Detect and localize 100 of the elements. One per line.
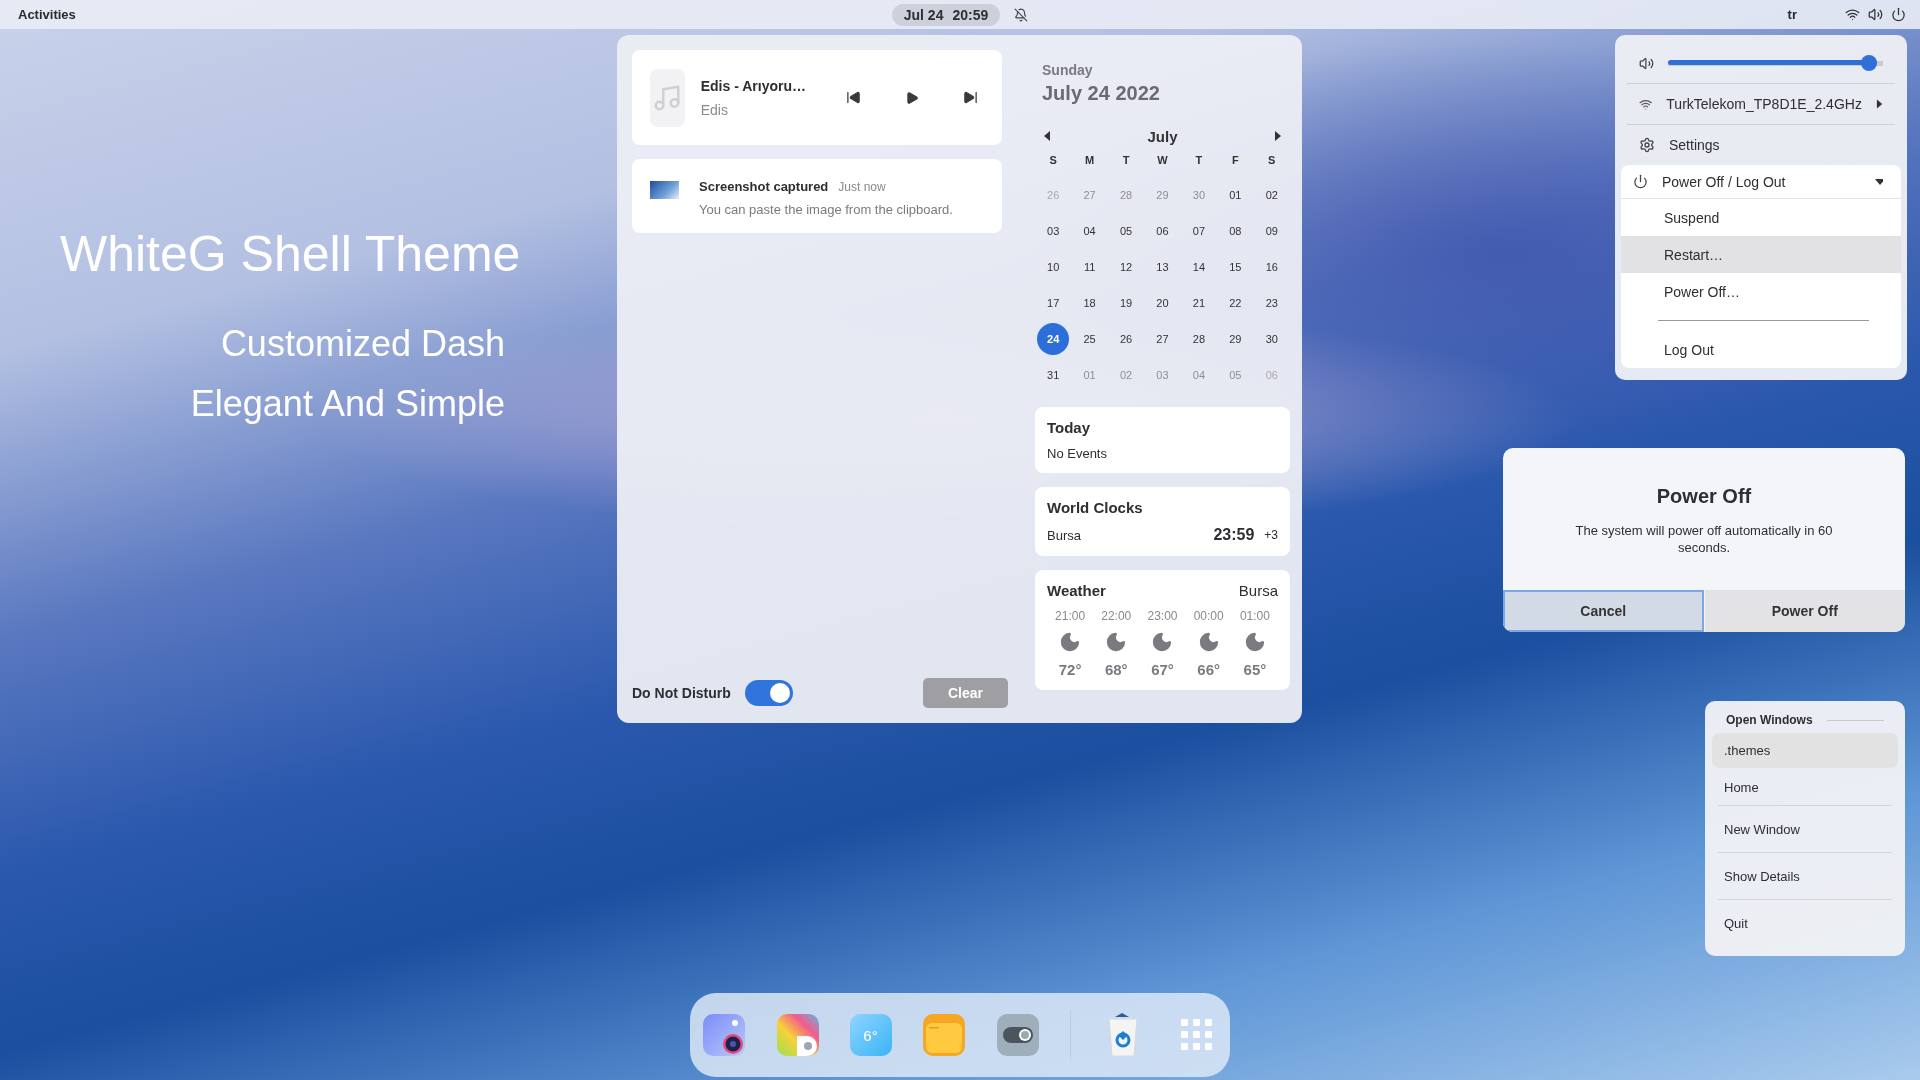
menu-action-item[interactable]: Quit xyxy=(1718,899,1892,946)
weather-location: Bursa xyxy=(1238,582,1278,599)
calendar-day[interactable]: 06 xyxy=(1144,213,1181,249)
dialog-title: Power Off xyxy=(1655,485,1753,508)
moon-icon xyxy=(1243,631,1266,653)
calendar-day[interactable]: 20 xyxy=(1144,285,1181,321)
power-icon[interactable] xyxy=(1891,7,1906,22)
forecast-hour: 00:00 xyxy=(1193,609,1224,623)
hero-subtitle: Elegant And Simple xyxy=(190,383,505,425)
camera-app-icon[interactable] xyxy=(701,1013,746,1057)
menu-action-item[interactable]: New Window xyxy=(1718,805,1892,852)
forecast-temperature: 67° xyxy=(1151,661,1174,678)
calendar-day[interactable]: 02 xyxy=(1253,177,1290,213)
weekday-header: M xyxy=(1084,154,1096,166)
calendar-day[interactable]: 31 xyxy=(1035,357,1072,393)
notification-card[interactable]: Screenshot captured Just now You can paste the image from the clipboard. xyxy=(632,159,1002,233)
down-triangle-icon xyxy=(1875,176,1883,187)
skip-back-icon xyxy=(846,90,861,105)
toggle-app-icon[interactable] xyxy=(995,1013,1040,1057)
calendar-day[interactable]: 26 xyxy=(1107,321,1145,357)
world-clocks-card[interactable]: World Clocks Bursa 23:59 +3 xyxy=(1035,487,1290,556)
dialog-button[interactable]: Power Off xyxy=(1704,590,1905,632)
calendar-day[interactable]: 01 xyxy=(1217,177,1254,213)
keyboard-layout-indicator[interactable]: tr xyxy=(1787,7,1797,22)
menu-action-item[interactable]: Show Details xyxy=(1718,852,1892,899)
calendar-day[interactable]: 12 xyxy=(1107,249,1145,285)
volume-thumb[interactable] xyxy=(1861,55,1877,71)
forecast-hour: 21:00 xyxy=(1055,609,1086,623)
dialog-button[interactable]: Cancel xyxy=(1503,590,1704,632)
calendar-day[interactable]: 21 xyxy=(1180,285,1218,321)
weekday-header: S xyxy=(1267,154,1277,166)
weekday-header: T xyxy=(1194,154,1204,166)
events-card[interactable]: Today No Events xyxy=(1035,407,1290,473)
forecast-temperature: 66° xyxy=(1197,661,1221,678)
forecast-temperature: 72° xyxy=(1058,661,1082,678)
moon-icon xyxy=(1151,631,1174,653)
volume-icon xyxy=(1639,55,1654,71)
track-artist: Edis xyxy=(700,101,729,118)
window-menu-item[interactable]: .themes xyxy=(1712,733,1898,768)
power-menu-header[interactable]: Power Off / Log Out xyxy=(1621,165,1901,199)
power-icon xyxy=(1633,174,1648,189)
right-triangle-icon xyxy=(1274,131,1282,141)
calendar-day[interactable]: 11 xyxy=(1071,249,1108,285)
calendar-day[interactable]: 27 xyxy=(1144,321,1181,357)
track-title: Edis - Arıyoru… xyxy=(700,77,806,94)
moon-icon xyxy=(1197,631,1220,653)
calendar-day[interactable]: 29 xyxy=(1217,321,1254,357)
calendar-day[interactable]: 09 xyxy=(1253,213,1290,249)
calendar-day[interactable]: 14 xyxy=(1180,249,1218,285)
weekday-label: Sunday xyxy=(1042,62,1094,78)
clock-button[interactable]: Jul 24 20:59 xyxy=(891,3,1001,26)
calendar-day[interactable]: 08 xyxy=(1217,213,1254,249)
notification-body: You can paste the image from the clipboard. xyxy=(699,202,953,217)
left-triangle-icon xyxy=(1043,131,1051,141)
time-offset: +3 xyxy=(1264,528,1278,542)
events-title: Today xyxy=(1047,419,1092,436)
power-menu-item[interactable]: Suspend xyxy=(1621,199,1901,236)
calendar-day[interactable]: 03 xyxy=(1035,213,1072,249)
do-not-disturb-switch[interactable] xyxy=(744,680,793,706)
settings-item[interactable]: Settings xyxy=(1621,125,1901,165)
right-triangle-icon xyxy=(1875,99,1883,109)
power-menu-item[interactable]: Restart… xyxy=(1621,236,1901,273)
calendar-day[interactable]: 23 xyxy=(1253,285,1290,321)
wifi-network-item[interactable]: TurkTelekom_TP8D1E_2.4GHz xyxy=(1666,84,1862,124)
calendar-day[interactable]: 22 xyxy=(1217,285,1254,321)
forecast-hour: 22:00 xyxy=(1101,609,1132,623)
hero-title: WhiteG Shell Theme xyxy=(60,225,521,283)
calendar-day[interactable]: 30 xyxy=(1253,321,1290,357)
wifi-icon[interactable] xyxy=(1845,7,1860,22)
activities-button[interactable]: Activities xyxy=(18,7,76,22)
weather-card[interactable]: Weather Bursa 21:00 22:00 23:00 00:00 01:00 72° 68° 67° 66° 65° xyxy=(1035,570,1290,690)
calendar-day[interactable]: 17 xyxy=(1035,285,1072,321)
hero-subtitle: Customized Dash xyxy=(220,323,505,365)
calendar-day[interactable]: 10 xyxy=(1035,249,1072,285)
calendar-day[interactable]: 25 xyxy=(1071,321,1108,357)
calendar-day[interactable]: 15 xyxy=(1217,249,1254,285)
calendar-day[interactable]: 18 xyxy=(1071,285,1108,321)
month-label: July xyxy=(1147,127,1178,145)
power-menu-item[interactable]: Power Off… xyxy=(1621,273,1901,310)
calendar-day[interactable]: 19 xyxy=(1107,285,1145,321)
calendar-day[interactable]: 28 xyxy=(1180,321,1218,357)
volume-icon[interactable] xyxy=(1868,7,1883,22)
forecast-hour: 01:00 xyxy=(1239,609,1270,623)
power-menu-item[interactable]: Log Out xyxy=(1621,331,1901,368)
photos-app-icon[interactable] xyxy=(775,1013,820,1057)
forecast-temperature: 65° xyxy=(1243,661,1267,678)
image-thumbnail xyxy=(650,181,679,199)
moon-icon xyxy=(1105,631,1128,653)
calendar-day[interactable]: 05 xyxy=(1107,213,1145,249)
calendar-day[interactable]: 04 xyxy=(1071,213,1108,249)
window-menu-item[interactable]: Home xyxy=(1712,770,1898,805)
city-time: 23:59 xyxy=(1213,526,1255,544)
weekday-header: T xyxy=(1121,154,1131,166)
city-name: Bursa xyxy=(1047,527,1081,543)
dialog-message: The system will power off automatically in 60 seconds. xyxy=(1574,522,1834,556)
weekday-header: F xyxy=(1231,154,1240,166)
moon-icon xyxy=(1059,631,1082,653)
calendar-day[interactable]: 13 xyxy=(1144,249,1181,285)
calendar-day[interactable]: 16 xyxy=(1253,249,1290,285)
calendar-day[interactable]: 07 xyxy=(1180,213,1218,249)
